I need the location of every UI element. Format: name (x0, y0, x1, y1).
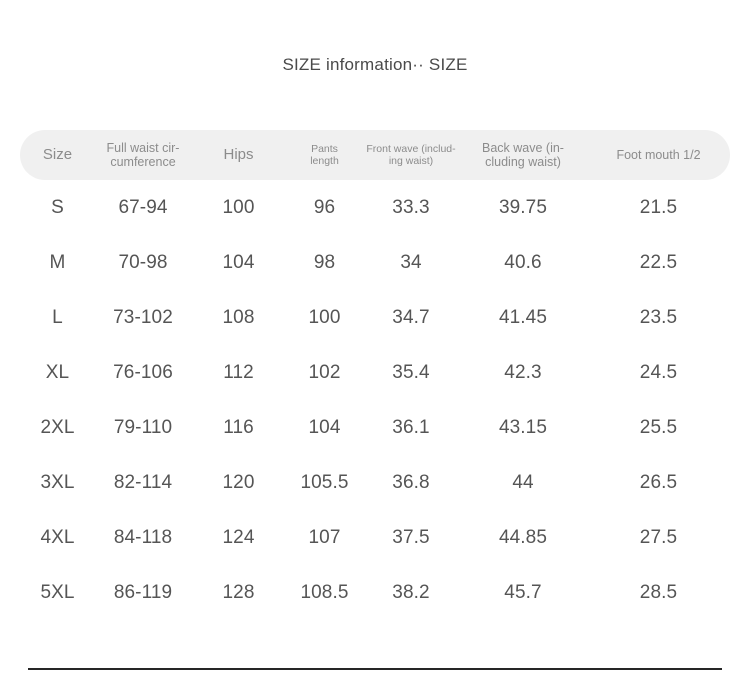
cell-foot-mouth: 28.5 (639, 581, 678, 603)
cell-pants-length: 100 (308, 306, 341, 328)
cell-back-wave: 44 (512, 471, 534, 493)
cell-front-wave: 35.4 (392, 361, 430, 383)
cell-back-wave: 40.6 (504, 251, 542, 273)
cell-size: M (49, 251, 66, 273)
cell-size: 3XL (40, 471, 75, 493)
cell-waist: 82-114 (113, 471, 173, 493)
column-header-full-waist-line1: Full waist cir- (106, 140, 180, 155)
cell-front-wave: 36.8 (392, 471, 430, 493)
cell-back-wave: 44.85 (498, 526, 548, 548)
cell-back-wave: 43.15 (498, 416, 548, 438)
cell-pants-length: 107 (308, 526, 341, 548)
cell-front-wave: 36.1 (392, 416, 430, 438)
column-header-full-waist-circumference: Full waist cir- cumference (95, 141, 191, 170)
cell-front-wave: 33.3 (392, 196, 430, 218)
cell-back-wave: 41.45 (498, 306, 548, 328)
page-title-container: SIZE information·· SIZE (0, 0, 750, 130)
cell-size: XL (45, 361, 70, 383)
cell-hips: 104 (222, 251, 255, 273)
cell-size: S (51, 196, 64, 218)
cell-pants-length: 102 (308, 361, 341, 383)
table-row: M 70-98 104 98 34 40.6 22.5 (20, 235, 730, 290)
table-row: 4XL 84-118 124 107 37.5 44.85 27.5 (20, 510, 730, 565)
cell-pants-length: 105.5 (300, 471, 349, 493)
table-header-row: Size Full waist cir- cumference Hips Pan… (20, 130, 730, 180)
table-row: 5XL 86-119 128 108.5 38.2 45.7 28.5 (20, 565, 730, 620)
cell-front-wave: 34 (400, 251, 422, 273)
column-header-foot-mouth: Foot mouth 1/2 (616, 147, 701, 162)
size-chart-table: Size Full waist cir- cumference Hips Pan… (0, 130, 750, 620)
cell-pants-length: 96 (313, 196, 336, 218)
cell-waist: 76-106 (113, 361, 173, 383)
cell-foot-mouth: 25.5 (639, 416, 678, 438)
cell-back-wave: 39.75 (498, 196, 548, 218)
cell-waist: 73-102 (113, 306, 173, 328)
column-header-front-wave-line1: Front wave (includ- (366, 142, 456, 155)
cell-back-wave: 45.7 (504, 581, 542, 603)
cell-pants-length: 108.5 (300, 581, 349, 603)
cell-foot-mouth: 27.5 (639, 526, 678, 548)
cell-waist: 84-118 (113, 526, 173, 548)
table-row: L 73-102 108 100 34.7 41.45 23.5 (20, 290, 730, 345)
table-row: 3XL 82-114 120 105.5 36.8 44 26.5 (20, 455, 730, 510)
cell-foot-mouth: 23.5 (639, 306, 678, 328)
cell-waist: 67-94 (118, 196, 168, 218)
cell-hips: 100 (222, 196, 255, 218)
column-header-front-wave-line2: ing waist) (388, 155, 434, 167)
cell-size: 5XL (40, 581, 75, 603)
cell-pants-length: 104 (308, 416, 341, 438)
column-header-back-wave: Back wave (in- cluding waist) (459, 141, 587, 170)
cell-pants-length: 98 (313, 251, 336, 273)
cell-foot-mouth: 21.5 (639, 196, 678, 218)
bottom-divider (28, 668, 722, 670)
column-header-size: Size (42, 146, 73, 164)
cell-hips: 108 (222, 306, 255, 328)
column-header-pants-length: Pants length (286, 143, 363, 167)
column-header-pants-length-line1: Pants (311, 142, 338, 155)
cell-waist: 70-98 (118, 251, 168, 273)
cell-front-wave: 34.7 (392, 306, 430, 328)
cell-back-wave: 42.3 (504, 361, 542, 383)
cell-hips: 128 (222, 581, 255, 603)
cell-size: L (52, 306, 63, 328)
cell-size: 4XL (40, 526, 75, 548)
cell-foot-mouth: 22.5 (639, 251, 678, 273)
cell-foot-mouth: 26.5 (639, 471, 678, 493)
column-header-back-wave-line1: Back wave (in- (482, 140, 564, 155)
cell-waist: 86-119 (113, 581, 173, 603)
cell-size: 2XL (40, 416, 75, 438)
page-title: SIZE information·· SIZE (282, 55, 468, 74)
table-row: S 67-94 100 96 33.3 39.75 21.5 (20, 180, 730, 235)
column-header-full-waist-line2: cumference (110, 155, 176, 169)
cell-waist: 79-110 (113, 416, 173, 438)
column-header-front-wave: Front wave (includ- ing waist) (363, 143, 459, 167)
table-row: XL 76-106 112 102 35.4 42.3 24.5 (20, 345, 730, 400)
cell-front-wave: 37.5 (392, 526, 430, 548)
cell-hips: 124 (222, 526, 255, 548)
cell-front-wave: 38.2 (392, 581, 430, 603)
column-header-back-wave-line2: cluding waist) (485, 155, 561, 169)
table-row: 2XL 79-110 116 104 36.1 43.15 25.5 (20, 400, 730, 455)
column-header-hips: Hips (223, 146, 254, 164)
cell-foot-mouth: 24.5 (639, 361, 678, 383)
column-header-pants-length-line2: length (310, 155, 339, 167)
cell-hips: 120 (222, 471, 255, 493)
cell-hips: 116 (223, 416, 254, 438)
cell-hips: 112 (223, 361, 254, 383)
